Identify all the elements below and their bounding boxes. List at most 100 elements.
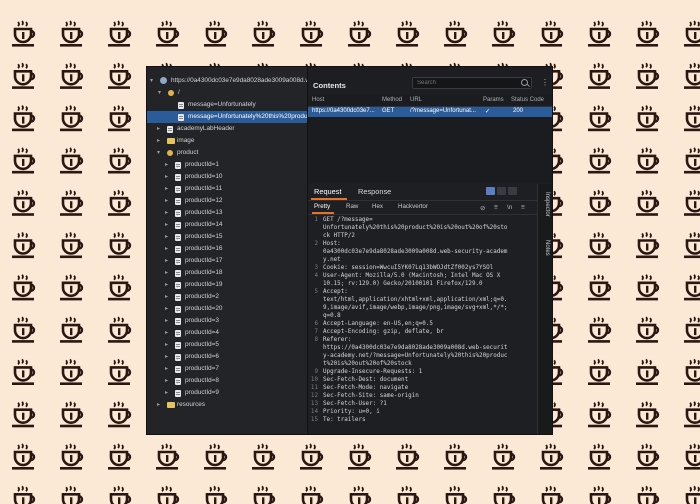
request-editor[interactable]: 1 GET /?message= Unfortunately%20this%20pr… [308, 216, 537, 434]
layout-split-icon[interactable] [486, 187, 495, 195]
chevron-right-icon[interactable]: ▸ [157, 135, 160, 147]
request-line: Upgrade-Insecure-Requests: 1 [323, 369, 423, 375]
chevron-right-icon[interactable]: ▸ [165, 255, 168, 267]
chevron-down-icon[interactable]: ▾ [157, 147, 160, 159]
cell-host: https://0a4300dc03e7... [312, 108, 375, 114]
chevron-right-icon[interactable]: ▸ [165, 387, 168, 399]
chevron-right-icon[interactable]: ▸ [165, 363, 168, 375]
tree-item[interactable]: ▸ productId=6 [147, 351, 307, 363]
tree-item-label: productId=5 [185, 341, 219, 348]
tree-item[interactable]: ▸ productId=13 [147, 207, 307, 219]
page-icon [175, 390, 181, 397]
request-line: Cookie: session=WwcuI5YK07Lq13bWOJdtZf00… [323, 265, 494, 271]
tree-item[interactable]: ▸ productId=2 [147, 291, 307, 303]
request-line: Sec-Fetch-Mode: navigate [323, 385, 409, 391]
tree-item[interactable]: ▸ productId=19 [147, 279, 307, 291]
chevron-right-icon[interactable]: ▸ [165, 303, 168, 315]
chevron-right-icon[interactable]: ▸ [165, 315, 168, 327]
tree-root-label: https://0a4300dc03e7e9da8028ade3009a008d… [171, 77, 307, 84]
tree-item[interactable]: ▸ academyLabHeader [147, 123, 307, 135]
chevron-right-icon[interactable]: ▸ [165, 267, 168, 279]
format-icon[interactable]: ≡ [494, 204, 498, 211]
chevron-right-icon[interactable]: ▸ [165, 291, 168, 303]
tree-item[interactable]: message=Unfortunately%20this%20product%2… [147, 111, 307, 123]
tree-item-label: productId=15 [185, 233, 223, 240]
tree-item[interactable]: ▸ image [147, 135, 307, 147]
tree-item[interactable]: ▸ productId=3 [147, 315, 307, 327]
tree-item-label: productId=9 [185, 389, 219, 396]
tree-item-label: productId=19 [185, 281, 223, 288]
tree-item-label: productId=18 [185, 269, 223, 276]
hide-icon[interactable]: ⊘ [480, 204, 485, 212]
chevron-right-icon[interactable]: ▸ [165, 219, 168, 231]
chevron-right-icon[interactable]: ▸ [165, 183, 168, 195]
subtab-hackvertor[interactable]: Hackvertor [398, 203, 428, 210]
tree-item-label: productId=2 [185, 293, 219, 300]
chevron-right-icon[interactable]: ▸ [165, 279, 168, 291]
menu-icon[interactable]: ≡ [521, 204, 525, 211]
tree-item[interactable]: ▸ productId=11 [147, 183, 307, 195]
chevron-down-icon[interactable]: ▾ [158, 87, 161, 99]
chevron-right-icon[interactable]: ▸ [165, 207, 168, 219]
chevron-down-icon[interactable]: ▾ [150, 75, 153, 87]
tree-item-label: productId=13 [185, 209, 223, 216]
chevron-right-icon[interactable]: ▸ [165, 351, 168, 363]
layout-horizontal-icon[interactable] [497, 187, 506, 195]
subtab-raw[interactable]: Raw [346, 203, 358, 210]
request-line: 9,image/avif,image/webp,image/png,image/… [323, 305, 508, 311]
chevron-right-icon[interactable]: ▸ [165, 231, 168, 243]
column-host[interactable]: Host [312, 97, 324, 103]
tree-item-label: message=Unfortunately%20this%20product%2… [188, 113, 308, 120]
layout-vertical-icon[interactable] [508, 187, 517, 195]
tree-item[interactable]: ▸ productId=18 [147, 267, 307, 279]
tree-item[interactable]: ▸ productId=15 [147, 231, 307, 243]
tree-item[interactable]: ▸ productId=7 [147, 363, 307, 375]
search-input[interactable] [412, 77, 532, 89]
table-row[interactable]: https://0a4300dc03e7... GET /?message=Un… [308, 107, 552, 117]
request-line: 10.15; rv:129.0) Gecko/20100101 Firefox/… [323, 281, 483, 287]
chevron-right-icon[interactable]: ▸ [165, 159, 168, 171]
column-method[interactable]: Method [382, 97, 402, 103]
tree-item[interactable]: ▸ productId=17 [147, 255, 307, 267]
chevron-right-icon[interactable]: ▸ [165, 327, 168, 339]
tree-item[interactable]: message=Unfortunately [147, 99, 307, 111]
chevron-right-icon[interactable]: ▸ [157, 123, 160, 135]
more-options-icon[interactable]: ⋮ [541, 78, 549, 87]
tree-item[interactable]: ▸ productId=20 [147, 303, 307, 315]
chevron-right-icon[interactable]: ▸ [165, 339, 168, 351]
request-line: Accept: [323, 289, 348, 295]
tree-item[interactable]: ▸ productId=8 [147, 375, 307, 387]
chevron-right-icon[interactable]: ▸ [165, 375, 168, 387]
column-status-code[interactable]: Status Code [511, 97, 544, 103]
page-icon [175, 246, 181, 253]
subtab-pretty[interactable]: Pretty [314, 203, 330, 210]
tree-root[interactable]: ▾ https://0a4300dc03e7e9da8028ade3009a00… [147, 75, 307, 87]
subtab-hex[interactable]: Hex [372, 203, 383, 210]
tree-item[interactable]: ▸ productId=1 [147, 159, 307, 171]
tree-item-label: productId=11 [185, 185, 223, 192]
column-url[interactable]: URL [410, 97, 422, 103]
tree-item[interactable]: ▸ productId=9 [147, 387, 307, 399]
tab-request[interactable]: Request [314, 187, 342, 196]
tree-item[interactable]: ▸ productId=4 [147, 327, 307, 339]
tree-item[interactable]: ▸ resources [147, 399, 307, 411]
request-line: t%20is%20out%20of%20stock [323, 361, 412, 367]
tree-item[interactable]: ▸ productId=12 [147, 195, 307, 207]
tree-item[interactable]: ▸ productId=5 [147, 339, 307, 351]
tree-item[interactable]: ▸ productId=10 [147, 171, 307, 183]
newline-icon[interactable]: \n [507, 204, 512, 211]
tab-response[interactable]: Response [358, 187, 391, 196]
chevron-right-icon[interactable]: ▸ [157, 399, 160, 411]
tree-slash[interactable]: ▾ / [147, 87, 307, 99]
inspector-tab[interactable]: Inspector [544, 192, 550, 217]
tree-item[interactable]: ▸ productId=14 [147, 219, 307, 231]
gear-folder-icon [168, 90, 174, 96]
chevron-right-icon[interactable]: ▸ [165, 195, 168, 207]
notes-tab[interactable]: Notes [544, 240, 550, 256]
tree-item[interactable]: ▾ product [147, 147, 307, 159]
column-params[interactable]: Params [483, 97, 504, 103]
chevron-right-icon[interactable]: ▸ [165, 171, 168, 183]
search-icon[interactable] [521, 79, 528, 86]
chevron-right-icon[interactable]: ▸ [165, 243, 168, 255]
tree-item[interactable]: ▸ productId=16 [147, 243, 307, 255]
